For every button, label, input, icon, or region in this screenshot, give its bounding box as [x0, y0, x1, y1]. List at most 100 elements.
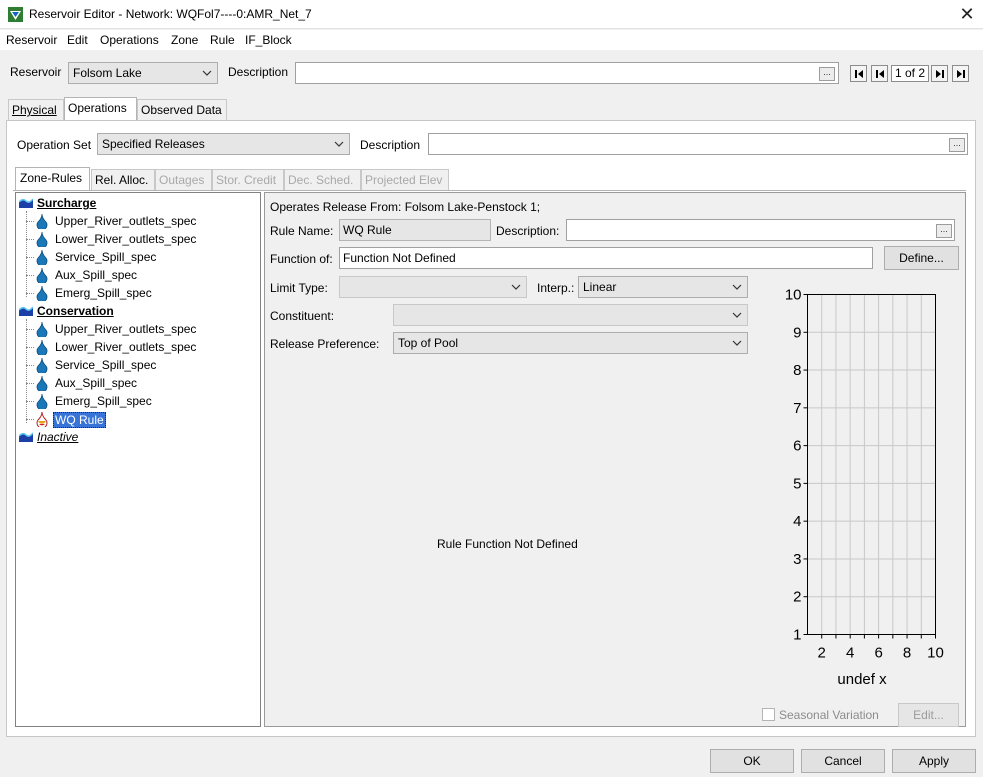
operation-set-description-label: Description: [360, 138, 421, 152]
water-drop-icon: [36, 322, 48, 337]
tree-rule-label: Lower_River_outlets_spec: [55, 340, 197, 354]
operation-set-description-dots-button[interactable]: ...: [949, 138, 965, 152]
rule-name-field[interactable]: WQ Rule: [339, 219, 491, 241]
operation-set-description-field[interactable]: [428, 133, 968, 155]
define-button[interactable]: Define...: [884, 246, 959, 270]
tab-operations[interactable]: Operations: [64, 97, 137, 120]
limit-type-select[interactable]: [339, 276, 527, 298]
chart-y-tick-label: 9: [793, 324, 801, 341]
constituent-select[interactable]: [393, 304, 748, 326]
previous-page-button[interactable]: [871, 65, 888, 82]
tree-rule[interactable]: Lower_River_outlets_spec: [16, 338, 256, 356]
menu-operations[interactable]: Operations: [100, 33, 159, 47]
tree-rule-label: Emerg_Spill_spec: [55, 394, 152, 408]
tree-rule[interactable]: Service_Spill_spec: [16, 248, 256, 266]
release-preference-select[interactable]: Top of Pool: [393, 332, 748, 354]
tree-rule-label: Aux_Spill_spec: [55, 376, 138, 390]
menu-edit[interactable]: Edit: [67, 33, 88, 47]
release-preference-label: Release Preference:: [270, 337, 380, 351]
chevron-down-icon: [732, 284, 742, 290]
seasonal-variation-label: Seasonal Variation: [779, 708, 879, 722]
reservoir-label: Reservoir: [10, 65, 62, 79]
chart-x-axis: 2 4 6 8 10: [818, 634, 944, 662]
ok-button[interactable]: OK: [710, 749, 794, 773]
tree-zone-conservation[interactable]: Conservation: [16, 302, 256, 320]
last-page-button[interactable]: [952, 65, 969, 82]
tree-rule-label: Upper_River_outlets_spec: [55, 214, 197, 228]
tab-physical[interactable]: Physical: [8, 99, 64, 120]
tree-connector: [26, 329, 34, 330]
tree-connector: [26, 365, 34, 366]
chart-y-tick-label: 2: [793, 589, 801, 606]
subtab-dec-sched-label: Dec. Sched.: [288, 173, 354, 187]
function-of-field[interactable]: Function Not Defined: [339, 247, 873, 269]
tree-rule[interactable]: Aux_Spill_spec: [16, 266, 256, 284]
tree-rule-label: Lower_River_outlets_spec: [55, 232, 197, 246]
tree-rule[interactable]: Lower_River_outlets_spec: [16, 230, 256, 248]
chart-y-tick-label: 7: [793, 400, 801, 417]
operation-set-label: Operation Set: [17, 138, 92, 152]
water-drop-icon: [36, 250, 48, 265]
water-drop-icon: [36, 340, 48, 355]
tree-connector: [26, 275, 34, 276]
tree-zone-inactive[interactable]: Inactive: [16, 428, 256, 446]
reservoir-select[interactable]: Folsom Lake: [68, 62, 218, 84]
rule-function-message: Rule Function Not Defined: [437, 537, 578, 551]
tree-connector: [26, 221, 34, 222]
app-icon: [8, 7, 23, 22]
subtab-zone-rules[interactable]: Zone-Rules: [15, 167, 90, 190]
menu-zone[interactable]: Zone: [171, 33, 198, 47]
tree-rule[interactable]: Upper_River_outlets_spec: [16, 320, 256, 338]
interp-select[interactable]: Linear: [578, 276, 748, 298]
subtab-outages-label: Outages: [159, 173, 205, 187]
window-title: Reservoir Editor - Network: WQFol7----0:…: [29, 7, 312, 21]
function-of-label: Function of:: [270, 252, 333, 266]
apply-button[interactable]: Apply: [892, 749, 976, 773]
water-drop-icon: [36, 376, 48, 391]
operation-set-select[interactable]: Specified Releases: [97, 133, 350, 155]
rule-description-field[interactable]: [566, 219, 955, 241]
interp-label: Interp.:: [537, 281, 575, 295]
cancel-button[interactable]: Cancel: [801, 749, 885, 773]
menu-rule[interactable]: Rule: [210, 33, 235, 47]
tree-connector: [26, 257, 34, 258]
zone-rule-tree[interactable]: Surcharge Upper_River_outlets_spec Lower…: [15, 192, 261, 727]
subtab-projected-elev-label: Projected Elev: [365, 173, 443, 187]
chart-y-tick-label: 4: [793, 513, 801, 530]
tab-physical-label: Physical: [12, 103, 57, 117]
tree-rule-selected[interactable]: WQ Rule: [16, 410, 256, 428]
next-page-button[interactable]: [931, 65, 948, 82]
subtab-rel-alloc[interactable]: Rel. Alloc.: [91, 169, 155, 190]
tree-rule[interactable]: Upper_River_outlets_spec: [16, 212, 256, 230]
tab-observed-data[interactable]: Observed Data: [137, 99, 227, 120]
subtab-stor-credit-label: Stor. Credit: [216, 173, 277, 187]
tree-connector: [26, 383, 34, 384]
tree-zone-surcharge[interactable]: Surcharge: [16, 194, 256, 212]
reservoir-description-dots-button[interactable]: ...: [819, 67, 835, 81]
rule-description-dots-button[interactable]: ...: [936, 224, 952, 238]
chart-y-tick-label: 8: [793, 362, 801, 379]
reservoir-description-label: Description: [228, 65, 289, 79]
menu-reservoir[interactable]: Reservoir: [6, 33, 57, 47]
rule-description-label: Description:: [496, 224, 560, 238]
first-page-button[interactable]: [850, 65, 867, 82]
page-indicator: 1 of 2: [891, 65, 929, 82]
seasonal-variation-checkbox[interactable]: [762, 708, 775, 721]
chevron-down-icon: [732, 312, 742, 318]
tree-connector: [26, 293, 34, 294]
tree-rule[interactable]: Service_Spill_spec: [16, 356, 256, 374]
menu-if-block[interactable]: IF_Block: [245, 33, 292, 47]
tree-connector: [26, 401, 34, 402]
subtab-projected-elev: Projected Elev: [361, 169, 449, 190]
reservoir-description-field[interactable]: [295, 62, 839, 84]
chart-x-tick-label: 4: [846, 645, 854, 662]
zone-icon: [19, 306, 33, 316]
tree-rule[interactable]: Emerg_Spill_spec: [16, 392, 256, 410]
chevron-down-icon: [732, 340, 742, 346]
tree-rule[interactable]: Emerg_Spill_spec: [16, 284, 256, 302]
subtab-stor-credit: Stor. Credit: [212, 169, 284, 190]
water-drop-icon: [36, 286, 48, 301]
tree-rule[interactable]: Aux_Spill_spec: [16, 374, 256, 392]
chart-y-tick-label: 3: [793, 551, 801, 568]
close-icon[interactable]: ✕: [957, 3, 977, 25]
